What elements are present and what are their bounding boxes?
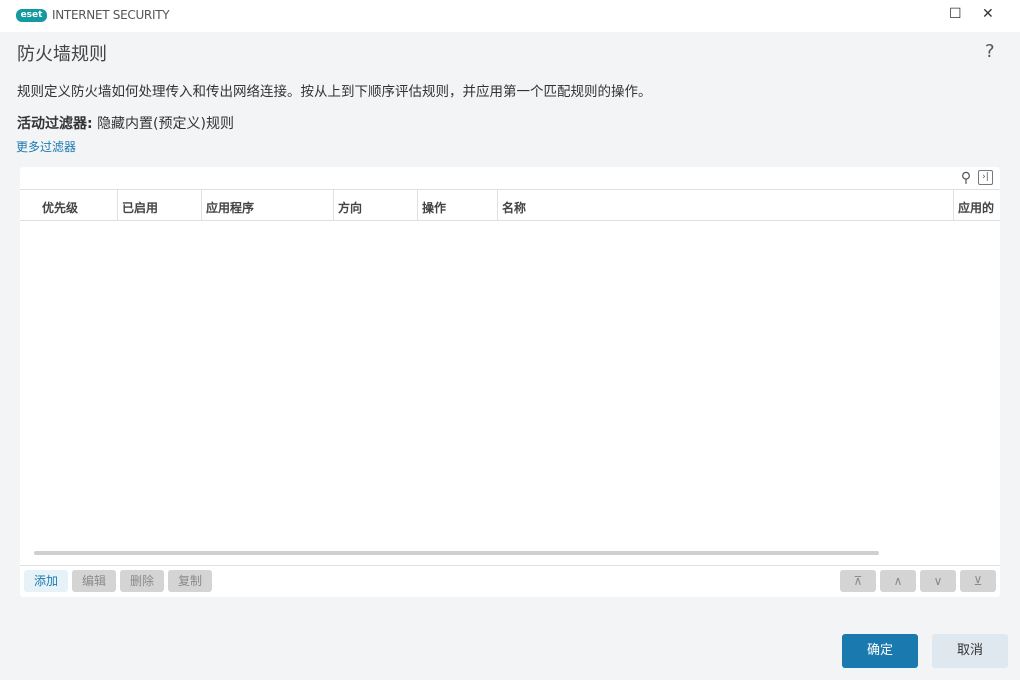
col-enabled[interactable]: 已启用 xyxy=(118,190,202,221)
close-icon[interactable]: ✕ xyxy=(982,6,994,22)
filter-value: 隐藏内置(预定义)规则 xyxy=(97,116,234,132)
move-bottom-icon[interactable]: ⊻ xyxy=(960,570,996,592)
maximize-icon[interactable]: ☐ xyxy=(949,6,962,22)
delete-button[interactable]: 删除 xyxy=(120,570,164,592)
search-icon[interactable]: ⚲ xyxy=(956,168,976,188)
description: 规则定义防火墙如何处理传入和传出网络连接。按从上到下顺序评估规则，并应用第一个匹… xyxy=(17,84,652,100)
col-name[interactable]: 名称 xyxy=(498,190,954,221)
app-name: INTERNET SECURITY xyxy=(52,8,170,22)
move-top-icon[interactable]: ⊼ xyxy=(840,570,876,592)
active-filter: 活动过滤器: 隐藏内置(预定义)规则 xyxy=(17,113,234,133)
title-bar: eset INTERNET SECURITY ☐ ✕ xyxy=(0,0,1020,32)
move-down-icon[interactable]: ∨ xyxy=(920,570,956,592)
divider xyxy=(20,565,1000,566)
col-action[interactable]: 操作 xyxy=(418,190,498,221)
move-up-icon[interactable]: ∧ xyxy=(880,570,916,592)
copy-button[interactable]: 复制 xyxy=(168,570,212,592)
col-applied[interactable]: 应用的 xyxy=(954,190,1000,221)
col-priority[interactable]: 优先级 xyxy=(20,190,118,221)
edit-button[interactable]: 编辑 xyxy=(72,570,116,592)
cancel-button[interactable]: 取消 xyxy=(932,634,1008,668)
ok-button[interactable]: 确定 xyxy=(842,634,918,668)
filter-label: 活动过滤器: xyxy=(17,116,93,132)
eset-logo: eset xyxy=(16,9,47,22)
more-filters-link[interactable]: 更多过滤器 xyxy=(16,138,76,155)
column-panel-icon[interactable]: ›| xyxy=(978,170,993,185)
rules-table-panel: ⚲ ›| 优先级 已启用 应用程序 方向 操作 名称 应用的 添加 编辑 删除 … xyxy=(20,167,1000,597)
help-icon[interactable]: ? xyxy=(985,41,995,62)
col-application[interactable]: 应用程序 xyxy=(202,190,334,221)
add-button[interactable]: 添加 xyxy=(24,570,68,592)
horizontal-scrollbar[interactable] xyxy=(34,551,879,555)
page-title: 防火墙规则 xyxy=(17,44,107,65)
table-header: 优先级 已启用 应用程序 方向 操作 名称 应用的 xyxy=(20,189,1000,221)
col-direction[interactable]: 方向 xyxy=(334,190,418,221)
